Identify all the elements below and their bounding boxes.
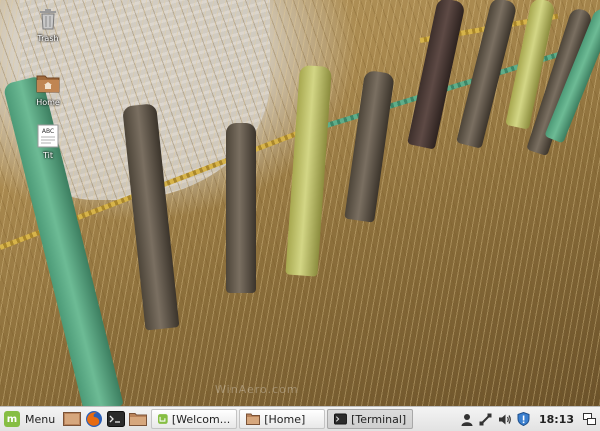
system-tray: 18:13 <box>460 412 600 426</box>
bottom-panel: m Menu [Welcom... [Home] [Terminal] 18:1… <box>0 406 600 431</box>
show-desktop-icon <box>63 412 82 426</box>
firefox-launcher[interactable] <box>84 409 104 429</box>
taskbar-window-welcome[interactable]: [Welcom... <box>151 409 238 429</box>
window-title: [Welcom... <box>171 412 231 426</box>
menu-label: Menu <box>25 412 56 426</box>
volume-icon <box>498 414 511 424</box>
update-shield-icon <box>517 412 530 426</box>
desktop-wallpaper: Trash Home ABC Tit WinAero.com <box>0 0 600 406</box>
user-applet[interactable] <box>460 412 474 426</box>
mint-welcome-icon <box>158 414 168 424</box>
trash-icon <box>35 6 61 32</box>
taskbar-window-home[interactable]: [Home] <box>239 409 326 429</box>
desktop-icon-label: Tit <box>43 151 53 160</box>
desktop-icon-home[interactable]: Home <box>18 70 78 107</box>
mint-logo-icon: m <box>4 411 20 427</box>
terminal-launcher[interactable] <box>106 409 126 429</box>
workspace-switcher[interactable] <box>582 412 596 426</box>
firefox-icon <box>86 411 103 427</box>
update-manager-applet[interactable] <box>517 412 531 426</box>
window-title: [Terminal] <box>351 412 407 426</box>
network-icon <box>479 413 492 425</box>
watermark: WinAero.com <box>215 383 299 396</box>
clock[interactable]: 18:13 <box>536 413 577 426</box>
files-icon <box>129 413 148 426</box>
terminal-icon <box>107 411 126 427</box>
text-file-glyph: ABC <box>42 128 54 135</box>
network-applet[interactable] <box>479 412 493 426</box>
taskbar-window-terminal[interactable]: [Terminal] <box>327 409 414 429</box>
desktop-icon-text-file[interactable]: ABC Tit <box>18 123 78 160</box>
home-folder-icon <box>35 70 61 96</box>
terminal-icon <box>334 413 348 425</box>
wallpaper-post <box>226 123 256 293</box>
files-launcher[interactable] <box>128 409 148 429</box>
user-icon <box>461 413 473 426</box>
window-title: [Home] <box>264 412 306 426</box>
volume-applet[interactable] <box>498 412 512 426</box>
text-file-icon: ABC <box>35 123 61 149</box>
desktop-icon-trash[interactable]: Trash <box>18 6 78 43</box>
window-list-icon <box>582 413 596 425</box>
desktop-icon-label: Trash <box>37 34 59 43</box>
folder-icon <box>246 413 261 425</box>
desktop-icon-label: Home <box>36 98 60 107</box>
show-desktop-launcher[interactable] <box>62 409 82 429</box>
menu-button[interactable]: m Menu <box>0 407 61 431</box>
